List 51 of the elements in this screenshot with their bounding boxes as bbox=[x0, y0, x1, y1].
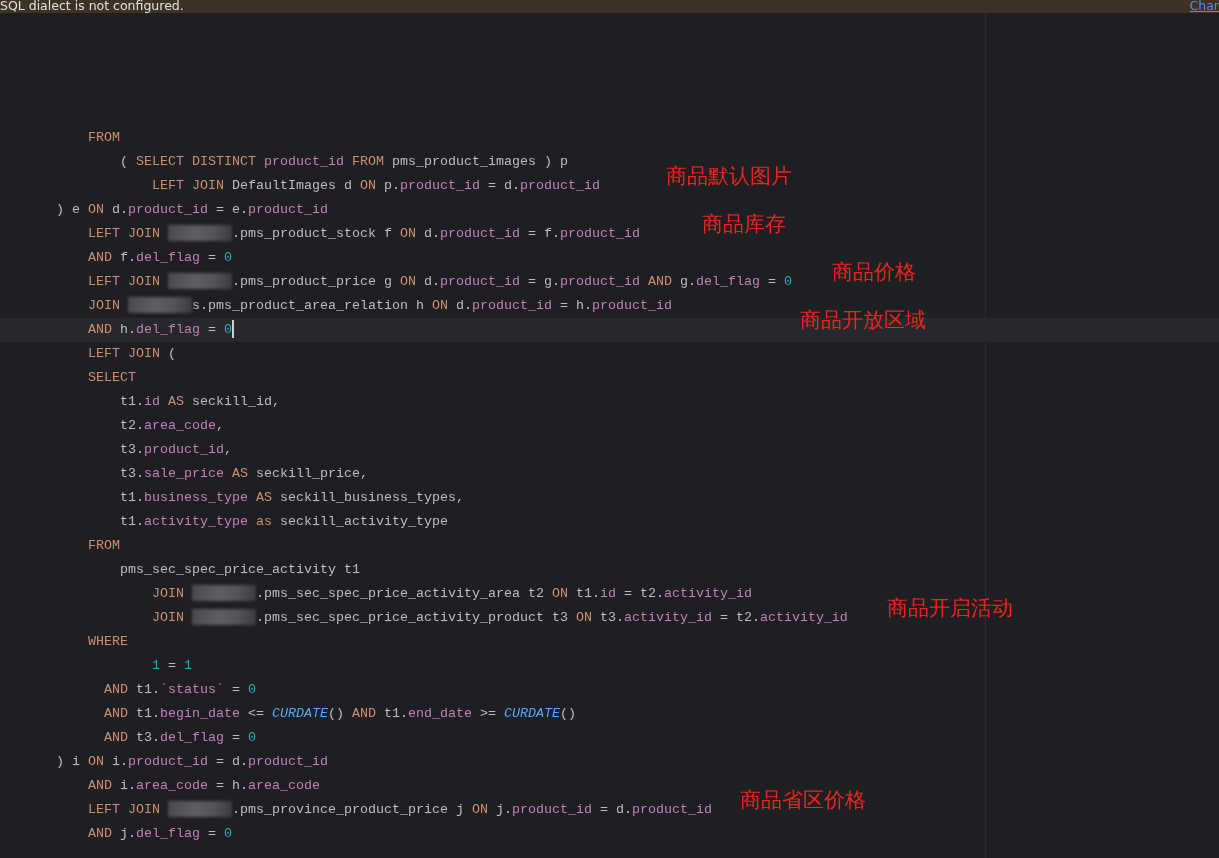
annotation-label: 商品省区价格 bbox=[740, 790, 866, 811]
code-line: AND t3.del_flag = 0 bbox=[102, 730, 256, 745]
code-text: .pms_sec_spec_price_activity_product t3 ON t3.activity_id = t2.activity_id bbox=[255, 610, 848, 625]
code-text: LEFT JOIN bbox=[87, 226, 161, 241]
code-line: AND i.area_code = h.area_code bbox=[87, 778, 320, 793]
code-line: ( SELECT DISTINCT product_id FROM pms_product_images ) p bbox=[118, 154, 568, 169]
annotation-label: 商品开放区域 bbox=[800, 310, 926, 331]
code-text: .pms_product_price g ON d.product_id = g.product_id AND g.del_flag = 0 bbox=[231, 274, 792, 289]
code-line: AND f.del_flag = 0 bbox=[87, 250, 232, 265]
code-line: ) e ON d.product_id = e.product_id bbox=[55, 202, 328, 217]
code-line: pms_sec_spec_price_activity t1 bbox=[118, 562, 360, 577]
code-text: LEFT JOIN bbox=[87, 274, 161, 289]
code-line: t1.business_type AS seckill_business_types, bbox=[118, 490, 464, 505]
code-line: WHERE bbox=[87, 634, 128, 649]
code-text: .pms_province_product_price j ON j.product_id = d.product_id bbox=[231, 802, 712, 817]
code-text: .pms_product_stock f ON d.product_id = f.product_id bbox=[231, 226, 640, 241]
code-text: LEFT JOIN bbox=[87, 802, 161, 817]
annotation-label: 商品开启活动 bbox=[887, 598, 1013, 619]
code-line: LEFT JOIN ( bbox=[87, 346, 176, 361]
code-text: JOIN bbox=[150, 610, 185, 625]
code-line: AND t1.begin_date <= CURDATE() AND t1.end_date >= CURDATE() bbox=[102, 706, 576, 721]
code-line: AND j.del_flag = 0 bbox=[87, 826, 232, 841]
text-cursor bbox=[232, 320, 234, 339]
code-line: t3.product_id, bbox=[118, 442, 232, 457]
blurred-text bbox=[128, 297, 192, 314]
code-line: ) i ON i.product_id = d.product_id bbox=[55, 754, 328, 769]
annotation-label: 商品默认图片 bbox=[666, 166, 792, 187]
blurred-text bbox=[167, 801, 232, 818]
code-line: t3.sale_price AS seckill_price, bbox=[118, 466, 368, 481]
code-line: t1.id AS seckill_id, bbox=[118, 394, 280, 409]
blurred-text bbox=[167, 225, 232, 242]
code-line: AND t1.`status` = 0 bbox=[102, 682, 256, 697]
annotation-label: 商品价格 bbox=[832, 262, 916, 283]
blurred-text bbox=[191, 609, 256, 626]
blurred-text bbox=[191, 585, 256, 602]
code-line: SELECT bbox=[87, 370, 136, 385]
code-line: AND h.del_flag = 0 bbox=[87, 322, 232, 337]
blurred-text bbox=[167, 273, 232, 290]
code-line: FROM bbox=[87, 130, 120, 145]
code-text: JOIN bbox=[87, 298, 121, 313]
code-line: t1.activity_type as seckill_activity_type bbox=[118, 514, 448, 529]
code-line: 1 = 1 bbox=[150, 658, 192, 673]
code-text: s.pms_product_area_relation h ON d.product_id = h.product_id bbox=[192, 298, 672, 313]
code-text: .pms_sec_spec_price_activity_area t2 ON t1.id = t2.activity_id bbox=[255, 586, 752, 601]
code-line: LEFT JOIN DefaultImages d ON p.product_id = d.product_id bbox=[150, 178, 600, 193]
banner-message: SQL dialect is not configured. bbox=[0, 0, 184, 13]
banner-link[interactable]: Char bbox=[1189, 0, 1219, 13]
code-text: JOIN bbox=[150, 586, 185, 601]
annotation-label: 商品库存 bbox=[702, 214, 786, 235]
code-line: t2.area_code, bbox=[118, 418, 224, 433]
code-line: FROM bbox=[87, 538, 120, 553]
